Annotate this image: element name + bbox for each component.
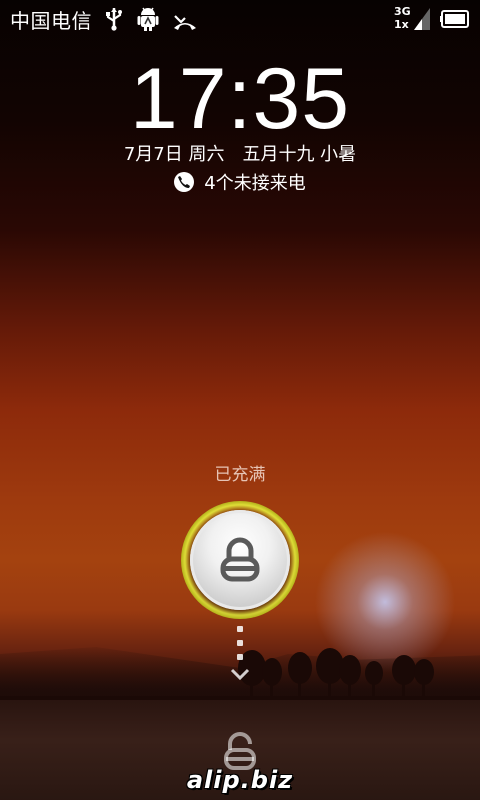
phone-icon [174,172,195,192]
status-left: 中国电信 [10,5,198,34]
battery-full-icon [440,10,470,28]
missed-call-icon [172,8,198,30]
usb-icon [104,7,124,31]
carrier-name: 中国电信 [10,8,92,33]
missed-calls-notice[interactable]: 4个未接来电 [0,169,480,195]
charge-status: 已充满 [214,465,266,485]
status-bar: 中国电信 3G 1x [0,0,480,38]
lockscreen-clock: 17:35 [129,51,351,147]
track-dot [237,640,243,646]
status-right: 3G 1x [394,6,470,32]
lockscreen-date: 7月7日 周六 五月十九 小暑 [123,144,357,165]
track-dot [237,654,243,660]
android-debug-icon [136,6,160,32]
missed-calls-text: 4个未接来电 [204,173,306,194]
slide-track [230,626,250,696]
chevron-down-icon [230,668,250,680]
network-type-top: 3G [394,5,411,18]
lock-button[interactable] [190,510,290,610]
lock-handle-ring[interactable] [181,501,299,619]
watermark: alip.biz [186,766,294,794]
network-type-bottom: 1x [394,18,409,31]
lock-icon [218,537,262,583]
track-dot [237,626,243,632]
signal-icon: 3G 1x [394,6,430,32]
